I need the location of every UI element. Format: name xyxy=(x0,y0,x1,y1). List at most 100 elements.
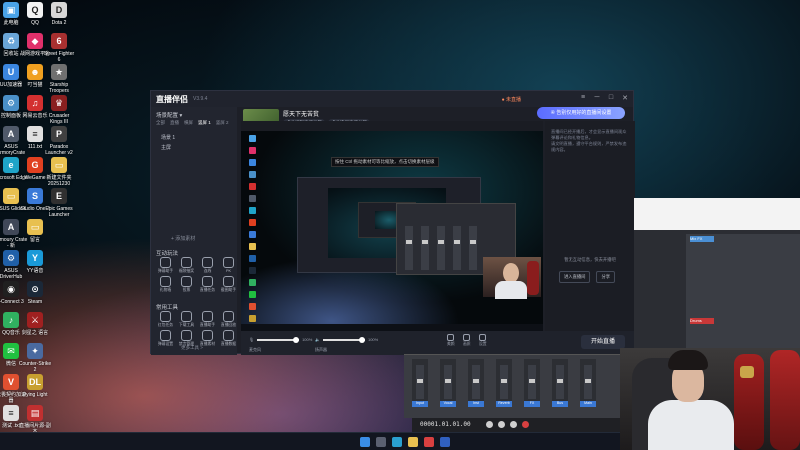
app-icon: ☻ xyxy=(27,64,43,80)
chat-notice-line: 直播间已经开播后，才会显示直播间观众弹幕评论和礼物信息。 xyxy=(551,129,627,140)
tool-item[interactable]: 直播回放 xyxy=(219,311,238,328)
daw-mixer[interactable]: Input Vocal Inst Reverb FX Bus Main xyxy=(404,354,620,418)
channel-fader[interactable] xyxy=(500,365,508,399)
add-source-button[interactable]: + 添加素材 xyxy=(171,235,195,242)
folder-icon[interactable] xyxy=(408,437,418,447)
share-button[interactable]: 分享 xyxy=(596,271,616,283)
tool-item[interactable]: 礼物墙 xyxy=(156,276,175,293)
minimize-button[interactable]: ─ xyxy=(593,94,601,102)
streaming-app-icon[interactable] xyxy=(424,437,434,447)
stop-button[interactable] xyxy=(510,421,517,428)
maximize-button[interactable]: □ xyxy=(607,94,615,102)
channel-fader[interactable] xyxy=(556,365,564,399)
gear-icon xyxy=(479,334,487,341)
app-icon: U xyxy=(3,64,19,80)
mic-volume-value: 100% xyxy=(302,337,313,342)
tool-item[interactable]: 直播数据 xyxy=(219,330,238,347)
desktop-icon[interactable]: DL Dying Light xyxy=(18,374,52,398)
mini-desktop-icon xyxy=(249,219,256,226)
more-tools-link[interactable]: 更多工具 > xyxy=(181,345,203,351)
channel-fader[interactable] xyxy=(584,365,592,399)
tool-icon xyxy=(202,330,213,341)
desktop-icon[interactable]: D Dota 2 xyxy=(42,2,76,26)
tool-item[interactable]: 弹幕助手 xyxy=(156,257,175,274)
speaker-icon[interactable]: 🔈 xyxy=(315,337,320,342)
tool-icon xyxy=(181,330,192,341)
tool-icon xyxy=(181,311,192,322)
start-live-button[interactable]: 开始直播 xyxy=(581,335,625,349)
desktop-icon[interactable]: ▤直播间片源-副本 xyxy=(18,405,52,435)
desktop-icon[interactable]: ⚔ 剑星之 语言 xyxy=(18,312,52,336)
app-version: V3.9.4 xyxy=(193,96,208,102)
desktop-icon[interactable]: 6 Street Fighter 6 xyxy=(42,33,76,63)
desktop-icon-label: 新建文件夹 20251230 xyxy=(46,175,72,187)
preview-hint-tooltip: 按住 Ctrl 拖动素材可等比缩放，点击切换素材层级 xyxy=(331,157,439,167)
channel-fader[interactable] xyxy=(472,365,480,399)
desktop-icon[interactable]: P Paradox Launcher v2 xyxy=(42,126,76,156)
mixer-channel[interactable]: FX xyxy=(524,359,540,407)
mic-volume-slider[interactable] xyxy=(257,336,300,343)
scene-item[interactable]: 主屏 xyxy=(161,144,171,151)
promo-banner[interactable]: ④ 告别仅用好的直播间设置 xyxy=(537,107,625,119)
desktop-icon[interactable]: ✦ Counter-Strike 2 xyxy=(18,343,52,373)
mixer-channel[interactable]: Input xyxy=(412,359,428,407)
tool-icon xyxy=(223,330,234,341)
mic-icon[interactable]: 🎙 xyxy=(249,337,254,342)
menu-icon[interactable]: ≡ xyxy=(579,94,587,102)
search-icon[interactable] xyxy=(376,437,386,447)
beauty-tool[interactable]: 美颜 xyxy=(447,334,455,347)
stream-preview[interactable]: 按住 Ctrl 拖动素材可等比缩放，点击切换素材层级 xyxy=(241,121,543,331)
scene-config-title[interactable]: 场景配置 ▾ xyxy=(156,111,182,119)
channel-fader[interactable] xyxy=(528,365,536,399)
channel-fader[interactable] xyxy=(416,365,424,399)
start-icon[interactable] xyxy=(360,437,370,447)
daw-app-icon[interactable] xyxy=(440,437,450,447)
desktop-icon[interactable]: ▭ 新建文件夹 20251230 xyxy=(42,157,76,187)
scene-tabs: 全部 直播 横屏 竖屏 1 竖屏 2 xyxy=(156,120,229,126)
tab-live[interactable]: 直播 xyxy=(170,120,179,126)
tool-item[interactable]: 连线 xyxy=(198,257,217,274)
mixer-channel[interactable]: Inst xyxy=(468,359,484,407)
desktop-icon[interactable]: E Epic Games Launcher xyxy=(42,188,76,218)
tab-portrait-2[interactable]: 竖屏 2 xyxy=(216,120,229,126)
tool-item[interactable]: 截图助手 xyxy=(219,276,238,293)
room-title[interactable]: 愿天下无苦贫 xyxy=(283,109,319,118)
desktop-icon[interactable]: ★ Starship Troopers xyxy=(42,64,76,94)
tool-label: 弹幕助手 xyxy=(157,269,174,273)
mixer-channel[interactable]: Vocal xyxy=(440,359,456,407)
tab-all[interactable]: 全部 xyxy=(156,120,165,126)
desktop-icon[interactable]: ♛ Crusader Kings III xyxy=(42,95,76,125)
tab-landscape[interactable]: 横屏 xyxy=(184,120,193,126)
rewind-button[interactable] xyxy=(486,421,493,428)
close-button[interactable]: ✕ xyxy=(621,94,629,102)
tool-item[interactable]: 直播助手 xyxy=(198,311,217,328)
mixer-channel[interactable]: Bus xyxy=(552,359,568,407)
mixer-channel[interactable]: Main xyxy=(580,359,596,407)
desktop-icon[interactable]: Y YY语音 xyxy=(18,250,52,274)
app-icon: 6 xyxy=(51,33,67,49)
play-button[interactable] xyxy=(498,421,505,428)
tool-item[interactable]: 下载工具 xyxy=(177,311,196,328)
tool-item[interactable]: 福袋抽奖 xyxy=(177,257,196,274)
desktop-icon[interactable]: ▭ 留言 xyxy=(18,219,52,243)
webcam-overlay xyxy=(620,348,800,450)
mini-desktop-icon xyxy=(249,207,256,214)
desktop-icon-label: Counter-Strike 2 xyxy=(18,361,52,373)
desktop-icon[interactable]: ⊙ Steam xyxy=(18,281,52,305)
tool-icon xyxy=(223,311,234,322)
channel-fader[interactable] xyxy=(444,365,452,399)
record-button[interactable] xyxy=(522,421,529,428)
quality-tool[interactable]: 画质 xyxy=(463,334,471,347)
tool-item[interactable]: 直播任务 xyxy=(198,276,217,293)
scene-item[interactable]: 场景 1 xyxy=(161,134,175,141)
mixer-channel[interactable]: Reverb xyxy=(496,359,512,407)
enter-room-button[interactable]: 进入直播间 xyxy=(559,271,591,283)
tab-portrait-1[interactable]: 竖屏 1 xyxy=(198,120,211,126)
tool-item[interactable]: 红包任务 xyxy=(156,311,175,328)
tool-item[interactable]: 弹幕设置 xyxy=(156,330,175,347)
tool-item[interactable]: PK xyxy=(219,257,238,274)
settings-tool[interactable]: 设置 xyxy=(479,334,487,347)
speaker-volume-slider[interactable] xyxy=(322,336,365,343)
tool-item[interactable]: 投票 xyxy=(177,276,196,293)
edge-icon[interactable] xyxy=(392,437,402,447)
